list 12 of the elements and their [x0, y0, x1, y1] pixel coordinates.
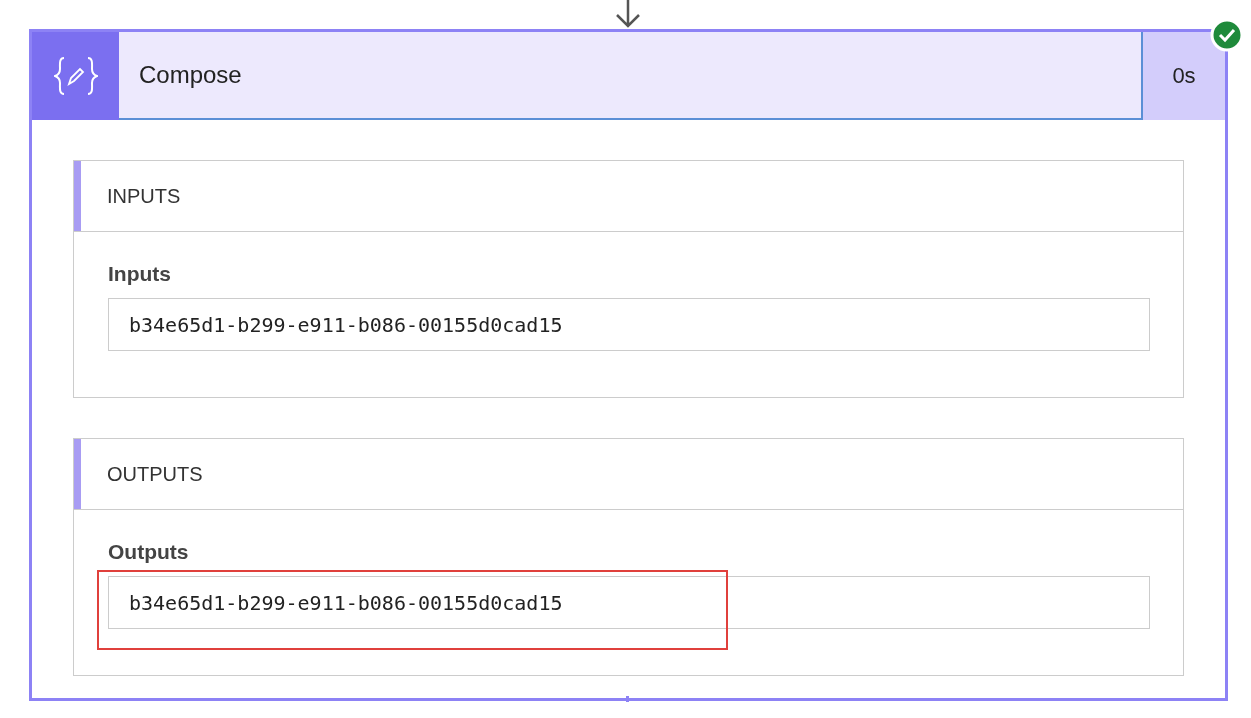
action-title[interactable]: Compose — [119, 32, 1143, 120]
section-heading: INPUTS — [107, 184, 181, 208]
value-field: b34e65d1-b299-e911-b086-00155d0cad15 — [108, 298, 1150, 351]
accent-bar — [74, 439, 81, 509]
value-field: b34e65d1-b299-e911-b086-00155d0cad15 — [108, 576, 1150, 629]
field-label: Inputs — [108, 262, 171, 285]
down-arrow-icon — [614, 0, 642, 28]
duration: 0s — [1143, 32, 1225, 120]
accent-bar — [74, 161, 81, 231]
field-label: Outputs — [108, 540, 189, 563]
braces-pencil-icon — [53, 56, 98, 96]
section-heading: OUTPUTS — [107, 462, 203, 486]
